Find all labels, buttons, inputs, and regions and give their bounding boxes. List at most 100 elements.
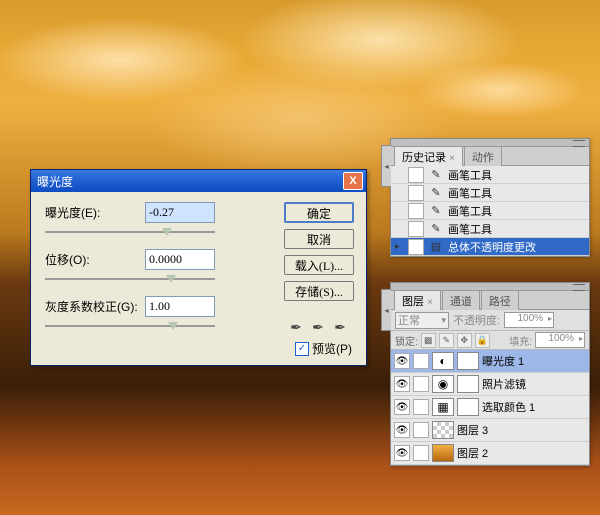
panel-collapse-button[interactable]: ◂ <box>381 145 391 187</box>
blend-mode-select[interactable]: 正常 <box>395 312 449 329</box>
layer-row[interactable]: 👁 图层 2 <box>391 442 589 465</box>
lock-all-icon[interactable]: 🔒 <box>475 333 490 348</box>
layer-row[interactable]: 👁▦选取颜色 1 <box>391 396 589 419</box>
adjustment-icon: ◉ <box>432 375 454 393</box>
close-icon: X <box>349 175 356 187</box>
ok-button[interactable]: 确定 <box>284 202 354 223</box>
exposure-dialog: 曝光度 X 曝光度(E): 位移(O): 灰度系数校正(G): 确定 <box>30 169 367 366</box>
offset-label: 位移(O): <box>45 251 145 268</box>
history-item-label: 画笔工具 <box>448 203 492 219</box>
link-box[interactable] <box>413 399 429 415</box>
layer-thumb <box>432 421 454 439</box>
layers-tabs: 图层× 通道 路径 <box>391 291 589 310</box>
history-panel: ◂ 历史记录× 动作 ✎画笔工具✎画笔工具✎画笔工具✎画笔工具▸▤总体不透明度更… <box>390 138 590 257</box>
slider-track <box>45 231 215 233</box>
tab-label: 历史记录 <box>402 152 446 164</box>
dialog-body: 曝光度(E): 位移(O): 灰度系数校正(G): 确定 取消 载入(L)... <box>31 192 366 365</box>
close-button[interactable]: X <box>343 172 363 190</box>
tab-close-icon[interactable]: × <box>427 297 433 308</box>
history-item-label: 总体不透明度更改 <box>448 239 536 255</box>
gamma-slider[interactable] <box>45 319 215 333</box>
opacity-input[interactable]: 100% <box>504 312 554 328</box>
layer-row[interactable]: 👁 ◉ 照片滤镜 <box>391 373 589 396</box>
gamma-label: 灰度系数校正(G): <box>45 298 145 315</box>
lock-move-icon[interactable]: ✥ <box>457 333 472 348</box>
layer-thumb <box>432 444 454 462</box>
lock-pixels-icon[interactable]: ▩ <box>421 333 436 348</box>
adjustment-icon: ▦ <box>432 398 454 416</box>
exposure-input[interactable] <box>145 202 215 223</box>
fill-label: 填充: <box>509 333 532 348</box>
layer-list: 👁◐曝光度 1👁◉照片滤镜👁▦选取颜色 1👁图层 3👁图层 2 <box>391 350 589 465</box>
history-item-label: 画笔工具 <box>448 185 492 201</box>
eyedropper-white-icon[interactable]: ✒ <box>332 319 348 335</box>
eyedropper-black-icon[interactable]: ✒ <box>288 319 304 335</box>
visibility-toggle[interactable]: 👁 <box>394 353 410 369</box>
dialog-title: 曝光度 <box>37 173 343 190</box>
history-item-label: 画笔工具 <box>448 221 492 237</box>
visibility-toggle[interactable]: 👁 <box>394 422 410 438</box>
layers-panel: ◂ 图层× 通道 路径 正常 不透明度: 100% 锁定: ▩ ✎ ✥ 🔒 填充… <box>390 282 590 466</box>
eyedropper-gray-icon[interactable]: ✒ <box>310 319 326 335</box>
gamma-input[interactable] <box>145 296 215 317</box>
tab-channels[interactable]: 通道 <box>442 290 480 310</box>
layers-options-row: 正常 不透明度: 100% <box>391 310 589 331</box>
history-item[interactable]: ▸ ▤ 总体不透明度更改 <box>391 238 589 256</box>
tab-layers[interactable]: 图层× <box>394 290 441 310</box>
offset-input[interactable] <box>145 249 215 270</box>
history-step-box <box>408 239 424 255</box>
slider-thumb[interactable] <box>166 275 176 283</box>
history-item[interactable]: ✎画笔工具 <box>391 184 589 202</box>
brush-icon: ✎ <box>429 168 443 182</box>
dialog-titlebar[interactable]: 曝光度 X <box>31 170 366 192</box>
tab-actions[interactable]: 动作 <box>464 146 502 166</box>
save-button[interactable]: 存储(S)... <box>284 281 354 301</box>
history-item[interactable]: ✎ 画笔工具 <box>391 220 589 238</box>
history-step-box <box>408 185 424 201</box>
visibility-toggle[interactable]: 👁 <box>394 399 410 415</box>
link-box[interactable] <box>413 422 429 438</box>
history-step-box <box>408 221 424 237</box>
preview-label: 预览(P) <box>312 340 352 357</box>
layer-name: 曝光度 1 <box>482 353 524 369</box>
history-step-box <box>408 203 424 219</box>
layer-row[interactable]: 👁 ◐ 曝光度 1 <box>391 350 589 373</box>
tab-paths[interactable]: 路径 <box>481 290 519 310</box>
preview-row: ✓ 预览(P) <box>295 340 352 357</box>
layers-lock-row: 锁定: ▩ ✎ ✥ 🔒 填充: 100% <box>391 331 589 350</box>
tab-history[interactable]: 历史记录× <box>394 146 463 166</box>
offset-slider[interactable] <box>45 272 215 286</box>
link-box[interactable] <box>413 376 429 392</box>
panel-collapse-button[interactable]: ◂ <box>381 289 391 331</box>
preview-checkbox[interactable]: ✓ <box>295 342 309 356</box>
history-item[interactable]: ✎画笔工具 <box>391 202 589 220</box>
adjustment-icon: ◐ <box>432 352 454 370</box>
link-box[interactable] <box>413 445 429 461</box>
lock-brush-icon[interactable]: ✎ <box>439 333 454 348</box>
exposure-label: 曝光度(E): <box>45 204 145 221</box>
history-marker-icon: ▸ <box>395 241 403 252</box>
layer-row[interactable]: 👁图层 3 <box>391 419 589 442</box>
cancel-button[interactable]: 取消 <box>284 229 354 249</box>
load-button[interactable]: 载入(L)... <box>284 255 354 275</box>
layer-mask-thumb <box>457 398 479 416</box>
opacity-icon: ▤ <box>429 240 443 254</box>
tab-label: 图层 <box>402 296 424 308</box>
fill-input[interactable]: 100% <box>535 332 585 348</box>
layer-name: 照片滤镜 <box>482 376 526 392</box>
dialog-buttons: 确定 取消 载入(L)... 存储(S)... <box>284 202 354 301</box>
slider-thumb[interactable] <box>162 228 172 236</box>
tab-close-icon[interactable]: × <box>449 153 455 164</box>
visibility-toggle[interactable]: 👁 <box>394 445 410 461</box>
layer-mask-thumb <box>457 375 479 393</box>
exposure-slider[interactable] <box>45 225 215 239</box>
lock-label: 锁定: <box>395 333 418 348</box>
eyedropper-group: ✒ ✒ ✒ <box>288 319 348 335</box>
link-box[interactable] <box>413 353 429 369</box>
layer-name: 图层 2 <box>457 445 488 461</box>
brush-icon: ✎ <box>429 222 443 236</box>
slider-track <box>45 278 215 280</box>
slider-thumb[interactable] <box>168 322 178 330</box>
visibility-toggle[interactable]: 👁 <box>394 376 410 392</box>
history-item[interactable]: ✎画笔工具 <box>391 166 589 184</box>
